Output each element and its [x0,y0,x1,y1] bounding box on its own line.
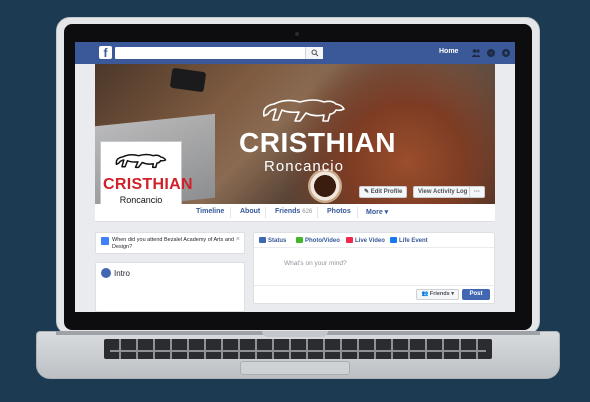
keyboard-row-gap [110,350,486,352]
messages-icon[interactable] [486,48,496,58]
home-link[interactable]: Home [439,48,458,55]
friend-requests-icon[interactable] [471,48,481,58]
laptop-screen: f Home CRISTHIAN Roncancio ✎ Edit Profil… [75,42,515,312]
view-activity-log-button[interactable]: View Activity Log [413,186,473,198]
composer-tab-status[interactable]: Status [259,237,286,244]
friends-icon: 👥 [421,291,430,297]
tab-about[interactable]: About [240,208,260,222]
more-options-button[interactable]: ··· [469,186,485,198]
composer-tab-live-video[interactable]: Live Video [346,237,385,244]
composer-input[interactable]: What's on your mind? [284,260,347,267]
intro-card: Intro [95,262,245,312]
photo-icon [296,237,303,243]
composer-tab-photo-video[interactable]: Photo/Video [296,237,340,244]
globe-icon [101,268,111,278]
composer-divider [254,247,494,248]
search-icon [311,49,319,57]
post-composer: Status Photo/Video Live Video Life Event… [253,232,495,304]
composer-tab-life-event[interactable]: Life Event [390,237,428,244]
audience-selector-button[interactable]: 👥 Friends ▾ [416,289,459,300]
search-button[interactable] [305,47,323,59]
cover-logo-name: CRISTHIAN [239,127,396,158]
friends-count: 626 [302,209,313,215]
profile-tabs-bar: Timeline About Friends 626 Photos More ▾ [95,204,495,222]
post-button[interactable]: Post [462,289,490,300]
tab-timeline[interactable]: Timeline [196,208,224,222]
panther-logo-icon [115,153,167,169]
keyboard [104,339,492,359]
tab-photos[interactable]: Photos [327,208,351,222]
trackpad [240,361,350,375]
tab-divider [317,207,318,218]
tab-more[interactable]: More ▾ [366,208,388,222]
close-icon[interactable]: × [236,236,240,243]
profile-page: CRISTHIAN Roncancio ✎ Edit Profile View … [95,64,495,312]
tab-divider [230,207,231,218]
education-prompt-card: When did you attend Bezalel Academy of A… [95,232,245,254]
notifications-icon[interactable] [501,48,511,58]
profile-picture-name: CRISTHIAN [103,176,193,193]
intro-title: Intro [114,269,131,278]
pencil-icon: ✎ [364,189,371,195]
cover-logo-surname: Roncancio [264,158,344,175]
laptop-lid-notch [262,331,328,337]
panther-logo-icon [262,99,345,122]
cover-logo: CRISTHIAN Roncancio [239,94,396,176]
education-prompt-text[interactable]: When did you attend Bezalel Academy of A… [112,237,238,251]
webcam-icon [295,32,299,36]
edit-profile-button[interactable]: ✎ Edit Profile [359,186,408,198]
flag-icon [390,237,397,243]
pencil-icon [259,237,266,243]
facebook-topbar: f Home [75,42,515,64]
cover-phone-shape [169,67,207,93]
video-camera-icon [346,237,353,243]
tab-friends[interactable]: Friends 626 [275,208,312,222]
composer-footer-divider [254,285,494,286]
search-input[interactable] [115,47,323,59]
tab-divider [265,207,266,218]
tab-divider [357,207,358,218]
edit-prompt-icon [101,237,109,245]
facebook-logo-icon[interactable]: f [99,46,112,60]
